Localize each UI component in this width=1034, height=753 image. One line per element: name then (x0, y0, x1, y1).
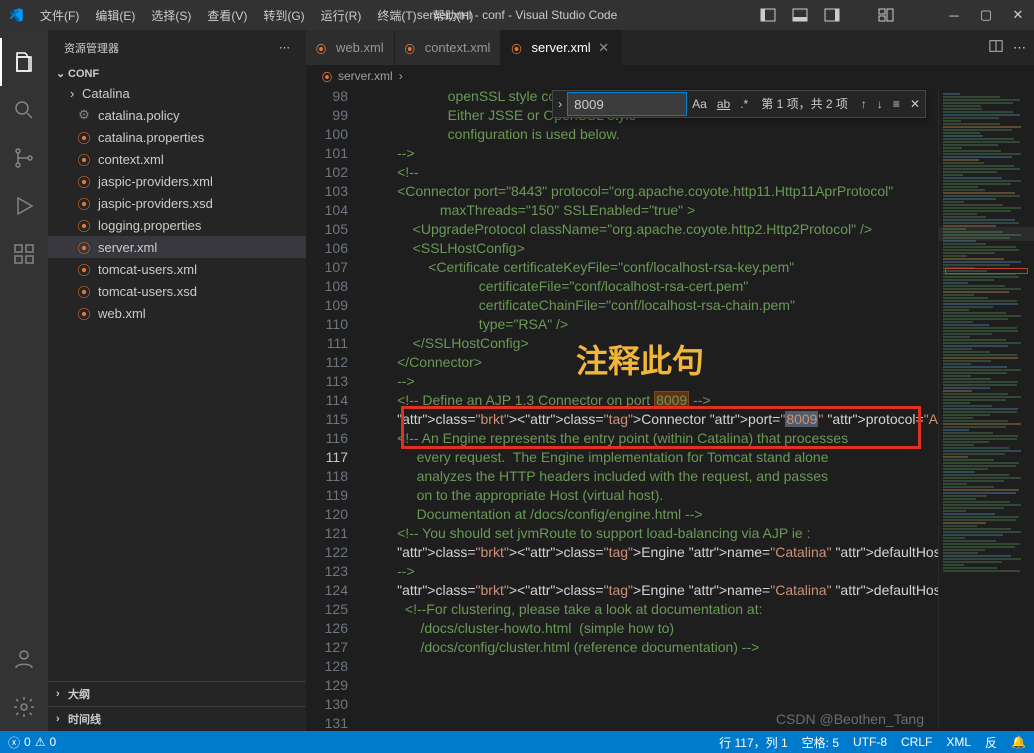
xml-file-icon: ⦿ (316, 41, 330, 55)
menu-item[interactable]: 查看(V) (199, 3, 255, 28)
menu-item[interactable]: 运行(R) (313, 3, 370, 28)
chevron-right-icon: › (399, 69, 403, 83)
find-result-label: 第 1 项，共 2 项 (753, 95, 856, 114)
xml-file-icon: ⦿ (405, 41, 419, 55)
editor-tabs: ⦿web.xml⦿context.xml⦿server.xml✕ ⋯ (306, 30, 1034, 65)
tree-file-catalina.properties[interactable]: ⦿catalina.properties (48, 126, 306, 148)
split-editor-icon[interactable] (989, 39, 1003, 56)
window-title: server.xml - conf - Visual Studio Code (417, 8, 618, 22)
minimap-viewport[interactable] (939, 227, 1034, 241)
error-icon: ⓧ (8, 734, 20, 751)
activity-account-icon[interactable] (0, 635, 48, 683)
tree-file-context.xml[interactable]: ⦿context.xml (48, 148, 306, 170)
find-next-icon[interactable]: ↓ (872, 95, 888, 114)
status-encoding[interactable]: UTF-8 (853, 735, 887, 749)
xml-icon: ⦿ (76, 151, 92, 167)
activity-scm-icon[interactable] (0, 134, 48, 182)
menu-item[interactable]: 编辑(E) (87, 3, 143, 28)
xml-icon: ⦿ (76, 261, 92, 277)
sidebar-title: 资源管理器 (64, 40, 119, 56)
xml-icon: ⦿ (76, 173, 92, 189)
tree-root[interactable]: ⌄CONF (48, 65, 306, 82)
activity-search-icon[interactable] (0, 86, 48, 134)
xml-icon: ⦿ (76, 195, 92, 211)
tab-web.xml[interactable]: ⦿web.xml (306, 30, 395, 65)
tree-file-tomcat-users.xsd[interactable]: ⦿tomcat-users.xsd (48, 280, 306, 302)
close-window-button[interactable]: ✕ (1010, 7, 1026, 23)
minimize-button[interactable]: ─ (946, 7, 962, 23)
activity-bar (0, 30, 48, 731)
tree-file-server.xml[interactable]: ⦿server.xml (48, 236, 306, 258)
titlebar: 文件(F)编辑(E)选择(S)查看(V)转到(G)运行(R)终端(T)帮助(H)… (0, 0, 1034, 30)
status-ln-col[interactable]: 行 117，列 1 (719, 734, 787, 751)
tree-file-web.xml[interactable]: ⦿web.xml (48, 302, 306, 324)
tree-folder[interactable]: ›Catalina (48, 82, 306, 104)
layout-sidebar-icon[interactable] (760, 7, 776, 23)
outline-section[interactable]: ›大纲 (48, 681, 306, 706)
annotation-box (401, 406, 921, 449)
status-lang[interactable]: XML (946, 735, 971, 749)
regex-icon[interactable]: .* (735, 95, 753, 114)
title-controls: ─ ▢ ✕ (760, 7, 1026, 23)
xml-icon: ⦿ (76, 239, 92, 255)
warning-icon: ⚠ (35, 735, 46, 749)
maximize-button[interactable]: ▢ (978, 7, 994, 23)
xml-file-icon: ⦿ (322, 69, 332, 84)
find-expand-icon[interactable]: › (553, 95, 567, 114)
find-close-icon[interactable]: ✕ (905, 95, 925, 114)
layout-panel-icon[interactable] (792, 7, 808, 23)
tree-file-catalina.policy[interactable]: ⚙catalina.policy (48, 104, 306, 126)
status-bar: ⓧ0 ⚠0 行 117，列 1 空格: 5 UTF-8 CRLF XML 反 🔔 (0, 731, 1034, 753)
sidebar-more-icon[interactable]: ⋯ (279, 41, 290, 54)
find-widget: › Aa ab .* 第 1 项，共 2 项 ↑ ↓ ≡ ✕ (552, 90, 926, 118)
tree-file-logging.properties[interactable]: ⦿logging.properties (48, 214, 306, 236)
match-word-icon[interactable]: ab (712, 95, 735, 114)
status-bell-icon[interactable]: 🔔 (1011, 735, 1026, 749)
xml-icon: ⦿ (76, 283, 92, 299)
activity-debug-icon[interactable] (0, 182, 48, 230)
layout-right-icon[interactable] (824, 7, 840, 23)
breadcrumb[interactable]: ⦿ server.xml › (306, 65, 1034, 87)
tab-context.xml[interactable]: ⦿context.xml (395, 30, 502, 65)
gear-icon: ⚙ (76, 107, 92, 123)
vscode-logo-icon (8, 7, 24, 23)
customize-layout-icon[interactable] (878, 7, 894, 23)
close-icon[interactable]: ✕ (597, 41, 611, 55)
status-problems[interactable]: ⓧ0 ⚠0 (8, 734, 56, 751)
props-icon: ⦿ (76, 129, 92, 145)
status-feedback[interactable]: 反 (985, 734, 997, 751)
xml-icon: ⦿ (76, 305, 92, 321)
minimap[interactable] (938, 87, 1034, 731)
status-eol[interactable]: CRLF (901, 735, 932, 749)
tree-file-tomcat-users.xml[interactable]: ⦿tomcat-users.xml (48, 258, 306, 280)
watermark: CSDN @Beothen_Tang (776, 711, 924, 727)
line-numbers: 9899100101102103104105106107108109110111… (306, 87, 366, 731)
menubar: 文件(F)编辑(E)选择(S)查看(V)转到(G)运行(R)终端(T)帮助(H) (32, 3, 760, 28)
editor-body[interactable]: 9899100101102103104105106107108109110111… (306, 87, 1034, 731)
props-icon: ⦿ (76, 217, 92, 233)
tree-file-jaspic-providers.xml[interactable]: ⦿jaspic-providers.xml (48, 170, 306, 192)
find-input[interactable] (567, 92, 687, 116)
find-selection-icon[interactable]: ≡ (888, 95, 905, 114)
activity-extensions-icon[interactable] (0, 230, 48, 278)
match-case-icon[interactable]: Aa (687, 95, 712, 114)
breadcrumb-seg: server.xml (338, 69, 393, 83)
find-prev-icon[interactable]: ↑ (856, 95, 872, 114)
tree-file-jaspic-providers.xsd[interactable]: ⦿jaspic-providers.xsd (48, 192, 306, 214)
status-spaces[interactable]: 空格: 5 (802, 734, 839, 751)
activity-explorer-icon[interactable] (0, 38, 48, 86)
editor-area: ⦿web.xml⦿context.xml⦿server.xml✕ ⋯ ⦿ ser… (306, 30, 1034, 731)
menu-item[interactable]: 选择(S) (143, 3, 199, 28)
tab-more-icon[interactable]: ⋯ (1013, 40, 1026, 56)
sidebar-header: 资源管理器 ⋯ (48, 30, 306, 65)
sidebar: 资源管理器 ⋯ ⌄CONF ›Catalina⚙catalina.policy⦿… (48, 30, 306, 731)
annotation-label: 注释此句 (576, 352, 704, 371)
activity-settings-icon[interactable] (0, 683, 48, 731)
xml-file-icon: ⦿ (511, 41, 525, 55)
tab-server.xml[interactable]: ⦿server.xml✕ (501, 30, 621, 65)
timeline-section[interactable]: ›时间线 (48, 706, 306, 731)
file-tree: ⌄CONF ›Catalina⚙catalina.policy⦿catalina… (48, 65, 306, 681)
menu-item[interactable]: 文件(F) (32, 3, 87, 28)
menu-item[interactable]: 转到(G) (255, 3, 312, 28)
